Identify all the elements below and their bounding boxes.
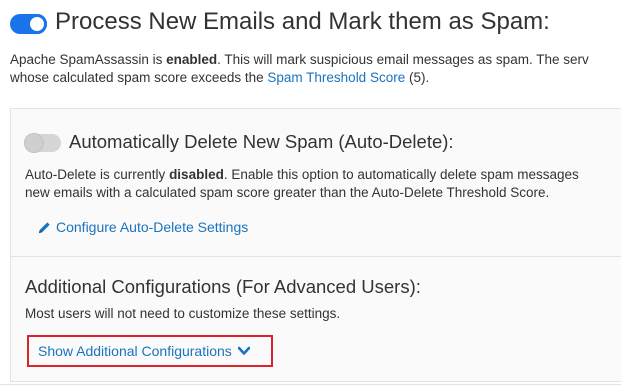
auto-delete-status: disabled <box>169 167 224 182</box>
auto-delete-description-line2: new emails with a calculated spam score … <box>25 185 550 200</box>
panel-divider <box>10 256 621 257</box>
spam-status: enabled <box>166 52 218 67</box>
spam-description-line1: Apache SpamAssassin is enabled. This wil… <box>10 52 589 67</box>
spam-threshold-value: (5). <box>405 70 430 85</box>
page-title: Process New Emails and Mark them as Spam… <box>55 8 550 35</box>
show-additional-configurations-button[interactable]: Show Additional Configurations <box>27 335 273 367</box>
bottom-divider <box>0 384 621 385</box>
configure-auto-delete-label: Configure Auto-Delete Settings <box>56 219 249 235</box>
show-additional-configurations-label: Show Additional Configurations <box>38 343 232 359</box>
auto-delete-toggle[interactable] <box>24 133 61 153</box>
spam-description: Apache SpamAssassin is enabled. This wil… <box>10 51 621 87</box>
spam-description-line2: whose calculated spam score exceeds the … <box>10 70 430 85</box>
auto-delete-toggle-knob <box>24 133 44 153</box>
auto-delete-description: Auto-Delete is currently disabled. Enabl… <box>25 166 579 202</box>
spam-toggle-knob <box>27 14 47 34</box>
advanced-title: Additional Configurations (For Advanced … <box>25 276 421 297</box>
spam-threshold-link[interactable]: Spam Threshold Score <box>267 70 405 85</box>
advanced-description: Most users will not need to customize th… <box>25 306 341 321</box>
configure-auto-delete-link[interactable]: Configure Auto-Delete Settings <box>37 219 248 235</box>
auto-delete-title: Automatically Delete New Spam (Auto-Dele… <box>69 131 454 152</box>
spam-toggle[interactable] <box>10 14 47 34</box>
pencil-icon <box>38 221 50 233</box>
auto-delete-description-line1: Auto-Delete is currently disabled. Enabl… <box>25 167 579 182</box>
chevron-down-icon <box>237 346 250 355</box>
